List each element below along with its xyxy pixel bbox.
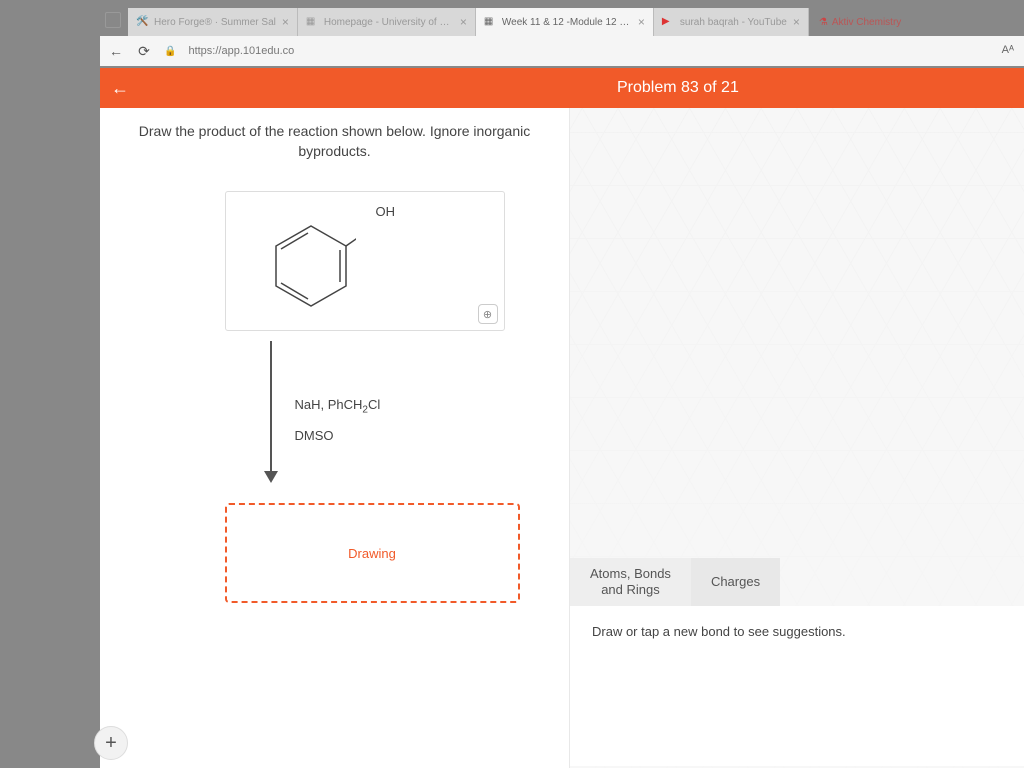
reagent-line-2: DMSO <box>295 422 381 451</box>
tab-charges[interactable]: Charges <box>691 558 780 606</box>
tab-title: Week 11 & 12 -Module 12 - CH <box>502 17 632 28</box>
plus-icon: + <box>105 732 117 755</box>
arrow-head <box>264 471 278 483</box>
tab-atoms-bonds[interactable]: Atoms, Bonds and Rings <box>570 558 691 606</box>
close-icon[interactable]: × <box>460 15 467 29</box>
reagents: NaH, PhCH2Cl DMSO <box>295 391 381 450</box>
aktiv-text: Aktiv Chemistry <box>832 17 901 28</box>
tab-week11[interactable]: ▦ Week 11 & 12 -Module 12 - CH × <box>476 8 654 36</box>
lock-icon: 🔒 <box>164 46 176 57</box>
tab-heroforge[interactable]: 🛠️ Hero Forge® · Summer Sal × <box>128 8 298 36</box>
refresh-icon[interactable]: ⟳ <box>136 43 152 60</box>
tool-tabs: Atoms, Bonds and Rings Charges <box>570 558 1024 606</box>
arrow-line <box>270 341 272 476</box>
back-arrow-button[interactable]: ← <box>100 78 140 99</box>
oh-label: OH <box>376 204 396 219</box>
address-bar-row: ← ⟳ 🔒 https://app.101edu.co <box>100 36 1024 66</box>
favicon-uw: ▦ <box>306 16 318 28</box>
back-icon[interactable]: ← <box>108 43 124 59</box>
reaction-diagram: OH ⊕ NaH, PhCH2Cl DMSO Drawing <box>185 191 485 603</box>
favicon-heroforge: 🛠️ <box>136 16 148 28</box>
question-text: Draw the product of the reaction shown b… <box>118 122 551 161</box>
tool-panel-body: Draw or tap a new bond to see suggestion… <box>570 606 1024 766</box>
drawing-target[interactable]: Drawing <box>225 503 520 603</box>
molecule-box: OH ⊕ <box>225 191 505 331</box>
close-icon[interactable]: × <box>282 15 289 29</box>
problem-title: Problem 83 of 21 <box>617 79 739 97</box>
aktiv-icon: ⚗ <box>819 17 828 28</box>
favicon-youtube: ▶ <box>662 16 674 28</box>
close-icon[interactable]: × <box>793 15 800 29</box>
canvas-pane[interactable]: Atoms, Bonds and Rings Charges Draw or t… <box>570 108 1024 768</box>
app-frame: ← Problem 83 of 21 Draw the product of t… <box>100 68 1024 768</box>
drawing-label: Drawing <box>348 546 396 561</box>
reaction-arrow: NaH, PhCH2Cl DMSO <box>260 341 485 491</box>
tab-title: Hero Forge® · Summer Sal <box>154 17 276 28</box>
add-button[interactable]: + <box>94 726 128 760</box>
problem-header: ← Problem 83 of 21 <box>100 68 1024 108</box>
aktiv-chemistry-link[interactable]: ⚗ Aktiv Chemistry <box>809 13 911 32</box>
content-split: Draw the product of the reaction shown b… <box>100 108 1024 768</box>
tab-homepage[interactable]: ▦ Homepage - University of Wat × <box>298 8 476 36</box>
reagent-line-1: NaH, PhCH2Cl <box>295 391 381 422</box>
tool-panel: Atoms, Bonds and Rings Charges Draw or t… <box>570 558 1024 768</box>
benzene-structure <box>266 222 356 312</box>
tab-title: Homepage - University of Wat <box>324 17 454 28</box>
tab-youtube[interactable]: ▶ surah baqrah - YouTube × <box>654 8 809 36</box>
text-size-icon[interactable]: Aᴬ <box>1002 44 1014 56</box>
tab-strip: 🛠️ Hero Forge® · Summer Sal × ▦ Homepage… <box>100 8 1024 36</box>
favicon-course: ▦ <box>484 16 496 28</box>
zoom-icon[interactable]: ⊕ <box>478 304 498 324</box>
url-text[interactable]: https://app.101edu.co <box>188 45 294 57</box>
browser-chrome: 🛠️ Hero Forge® · Summer Sal × ▦ Homepage… <box>100 8 1024 68</box>
hint-text: Draw or tap a new bond to see suggestion… <box>592 624 1002 639</box>
close-icon[interactable]: × <box>638 15 645 29</box>
question-pane: Draw the product of the reaction shown b… <box>100 108 570 768</box>
tab-title: surah baqrah - YouTube <box>680 17 787 28</box>
